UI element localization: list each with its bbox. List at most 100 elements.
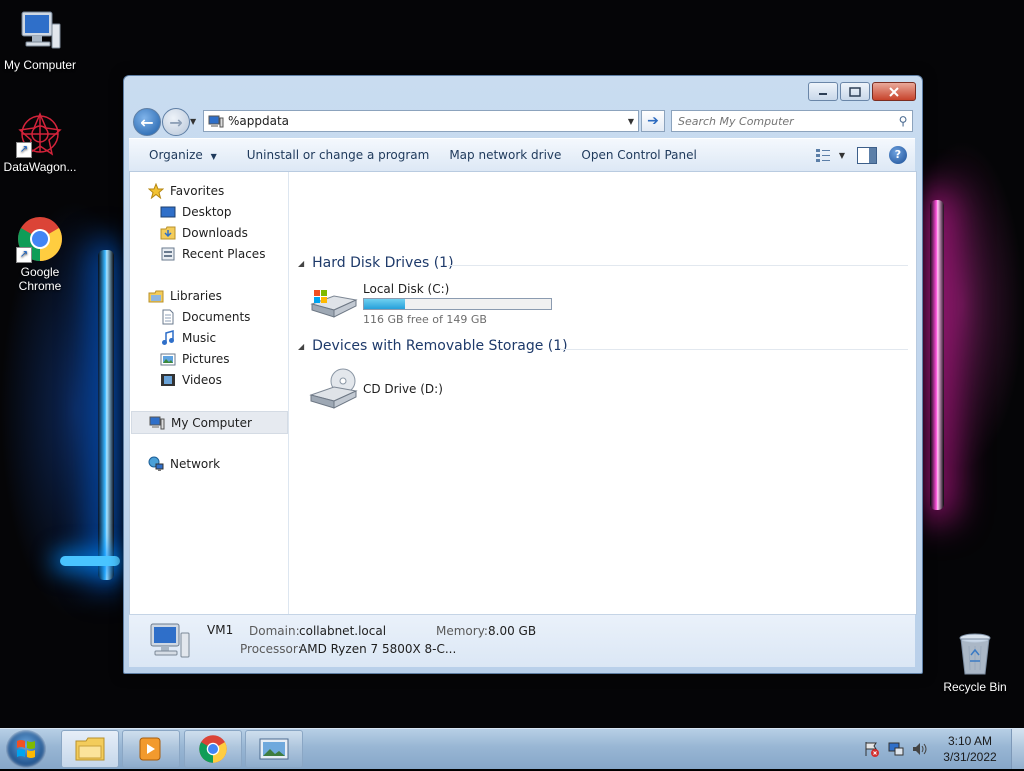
nav-label: Documents: [182, 309, 251, 324]
recent-pages-dropdown[interactable]: ▼: [190, 117, 196, 126]
windows-logo-icon: [17, 740, 35, 758]
desktop-icon-label: My Computer: [3, 58, 77, 72]
organize-button[interactable]: Organize ▼: [129, 148, 227, 162]
picture-window-icon: [259, 738, 289, 760]
computer-icon: [16, 8, 64, 56]
explorer-window: ← → ▼ %appdata ▼ ➔ ⚲ Organize ▼ Uninstal: [123, 75, 923, 674]
views-dropdown-icon[interactable]: ▼: [839, 151, 845, 160]
search-input[interactable]: [672, 113, 894, 129]
organize-label: Organize: [149, 148, 203, 162]
computer-name: VM1: [207, 623, 234, 637]
navigation-bar: ← → ▼ %appdata ▼ ➔ ⚲: [132, 108, 914, 136]
memory-label: Memory:: [436, 624, 488, 638]
desktop-icon-datawagon[interactable]: ↗ DataWagon...: [0, 110, 80, 174]
uninstall-program-button[interactable]: Uninstall or change a program: [227, 148, 440, 162]
nav-my-computer[interactable]: My Computer: [131, 411, 288, 434]
address-input[interactable]: %appdata: [228, 114, 624, 128]
nav-videos[interactable]: Videos: [160, 369, 316, 390]
taskbar-explorer[interactable]: [61, 730, 119, 768]
group-divider: [448, 265, 908, 266]
libraries-icon: [148, 290, 164, 302]
caption-buttons: [806, 82, 916, 101]
drive-d[interactable]: CD Drive (D:): [308, 367, 508, 413]
group-header-hard-disk-drives[interactable]: ◢ Hard Disk Drives (1): [298, 255, 454, 271]
nav-label: My Computer: [171, 415, 252, 430]
music-note-icon: [162, 329, 174, 345]
nav-downloads[interactable]: Downloads: [160, 222, 316, 243]
nav-label: Recent Places: [182, 246, 266, 261]
clock[interactable]: 3:10 AM 3/31/2022: [935, 733, 1005, 765]
datawagon-logo-icon: ↗: [16, 110, 64, 158]
nav-recent-places[interactable]: Recent Places: [160, 243, 316, 264]
map-network-drive-button[interactable]: Map network drive: [439, 148, 571, 162]
nav-favorites[interactable]: Favorites: [148, 180, 304, 201]
search-icon[interactable]: ⚲: [894, 114, 912, 128]
neon-light-blue-bottom: [60, 556, 120, 566]
neon-light-blue: [98, 250, 114, 580]
change-view-icon[interactable]: [815, 147, 835, 163]
star-icon: [148, 182, 164, 199]
arrow-right-icon: →: [169, 112, 183, 132]
pictures-icon: [160, 353, 176, 365]
nav-documents[interactable]: Documents: [160, 306, 316, 327]
nav-desktop[interactable]: Desktop: [160, 201, 316, 222]
drive-c[interactable]: Local Disk (C:) 116 GB free of 149 GB: [308, 280, 568, 326]
taskbar: 3:10 AM 3/31/2022: [0, 728, 1024, 769]
desktop-folder-icon: [160, 206, 176, 217]
close-button[interactable]: [872, 82, 916, 101]
shortcut-arrow-icon: ↗: [16, 247, 32, 263]
computer-icon: [150, 623, 190, 658]
command-bar-right: ▼ ?: [815, 146, 907, 164]
maximize-button[interactable]: [840, 82, 870, 101]
desktop-icon-label: DataWagon...: [3, 160, 77, 174]
search-box[interactable]: ⚲: [671, 110, 913, 132]
network-icon: [148, 456, 164, 471]
recycle-bin-icon: [951, 630, 999, 678]
forward-button[interactable]: →: [162, 108, 190, 136]
domain-label: Domain:: [249, 624, 300, 638]
start-button[interactable]: [6, 730, 46, 768]
folder-icon: [75, 737, 105, 761]
cd-drive-icon: [309, 368, 358, 409]
back-button[interactable]: ←: [133, 108, 161, 136]
desktop-icon-label: Google Chrome: [18, 265, 62, 293]
drive-c-name: Local Disk (C:): [363, 282, 450, 296]
nav-pictures[interactable]: Pictures: [160, 348, 316, 369]
nav-music[interactable]: Music: [160, 327, 316, 348]
open-control-panel-button[interactable]: Open Control Panel: [571, 148, 706, 162]
drive-c-free-space: 116 GB free of 149 GB: [363, 313, 487, 326]
nav-libraries[interactable]: Libraries: [148, 285, 304, 306]
close-icon: [889, 86, 899, 97]
navigation-pane: Favorites Desktop Downloads Recent Place…: [130, 172, 289, 614]
nav-label: Downloads: [182, 225, 248, 240]
desktop-icon-my-computer[interactable]: My Computer: [0, 8, 80, 72]
system-tray: 3:10 AM 3/31/2022: [863, 729, 1024, 769]
help-icon[interactable]: ?: [889, 146, 907, 164]
network-tray-icon[interactable]: [887, 740, 905, 758]
memory-value: 8.00 GB: [488, 624, 537, 638]
desktop-icon-recycle-bin[interactable]: Recycle Bin: [935, 630, 1015, 694]
taskbar-media-player[interactable]: [122, 730, 180, 768]
collapse-triangle-icon: ◢: [298, 258, 305, 268]
action-center-flag-icon[interactable]: [863, 740, 881, 758]
media-player-icon: [139, 737, 161, 761]
downloads-folder-icon: [160, 226, 176, 239]
arrow-left-icon: ←: [140, 112, 154, 132]
address-dropdown-icon[interactable]: ▼: [624, 117, 638, 126]
volume-icon[interactable]: [911, 740, 929, 758]
documents-icon: [162, 309, 174, 324]
minimize-icon: [819, 92, 827, 95]
preview-pane-icon[interactable]: [857, 146, 877, 164]
taskbar-chrome[interactable]: [184, 730, 242, 768]
show-desktop-button[interactable]: [1011, 729, 1024, 769]
drive-c-usage-bar: [363, 298, 552, 310]
details-pane: VM1 Domain: collabnet.local Memory: 8.00…: [129, 614, 915, 667]
address-bar[interactable]: %appdata ▼: [203, 110, 639, 132]
nav-network[interactable]: Network: [148, 453, 304, 474]
minimize-button[interactable]: [808, 82, 838, 101]
neon-light-pink: [930, 200, 944, 510]
go-button[interactable]: ➔: [641, 110, 665, 132]
desktop-icon-google-chrome[interactable]: ↗ Google Chrome: [0, 215, 80, 293]
taskbar-remote-desktop[interactable]: [245, 730, 303, 768]
group-header-removable-storage[interactable]: ◢ Devices with Removable Storage (1): [298, 338, 568, 354]
